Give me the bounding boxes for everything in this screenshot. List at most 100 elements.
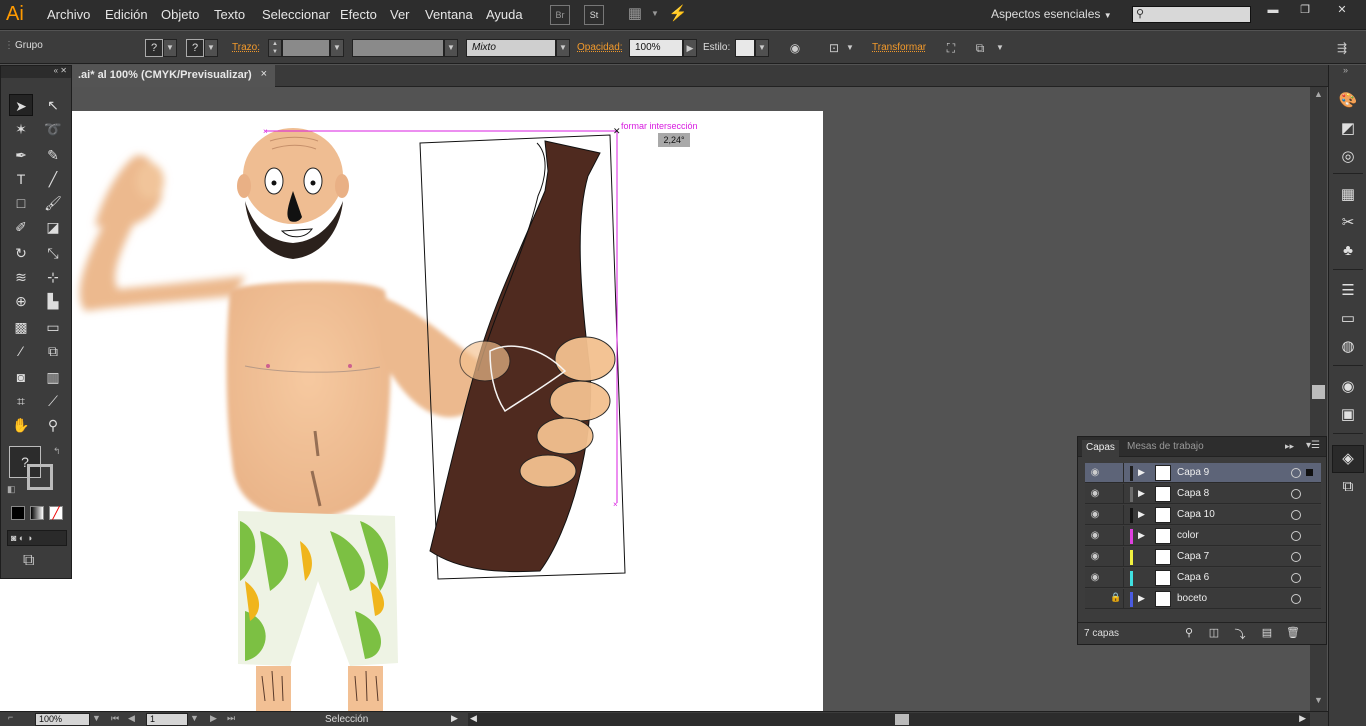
isolation-dropdown-icon[interactable]: ▼ bbox=[992, 40, 1008, 56]
layer-name[interactable]: color bbox=[1177, 530, 1199, 541]
stroke-swatch-large[interactable] bbox=[27, 464, 53, 490]
scale-tool-icon[interactable]: ⤡ bbox=[41, 242, 65, 264]
target-circle-icon[interactable] bbox=[1291, 573, 1301, 583]
expand-arrow-icon[interactable]: ▶ bbox=[1138, 593, 1145, 604]
recolor-artwork-icon[interactable]: ◉ bbox=[787, 40, 803, 56]
stroke-weight-stepper[interactable]: ▲ ▼ bbox=[268, 39, 282, 57]
restore-button[interactable]: ❐ bbox=[1290, 3, 1320, 17]
expand-arrow-icon[interactable]: ▶ bbox=[1138, 509, 1145, 520]
color-guide-icon[interactable]: ◩ bbox=[1338, 119, 1358, 139]
fill-swatch[interactable]: ? bbox=[145, 39, 163, 57]
opacity-arrow[interactable]: ▶ bbox=[683, 39, 697, 57]
previous-artboard-icon[interactable]: ◀ bbox=[128, 713, 135, 724]
artwork[interactable]: × × ✕ bbox=[0, 111, 823, 711]
layer-name[interactable]: Capa 6 bbox=[1177, 572, 1209, 583]
gradient-mode-icon[interactable] bbox=[30, 506, 44, 520]
horizontal-scroll-thumb[interactable] bbox=[895, 714, 909, 725]
graph-tool-icon[interactable]: ▥ bbox=[41, 366, 65, 388]
artboard-number-field[interactable]: 1 bbox=[146, 713, 188, 726]
pen-tool-icon[interactable]: ✒ bbox=[9, 144, 33, 166]
visibility-eye-icon[interactable]: ◉ bbox=[1088, 551, 1102, 563]
menu-texto[interactable]: Texto bbox=[214, 7, 245, 22]
gradient-tool-icon[interactable]: ▭ bbox=[41, 316, 65, 338]
default-fill-stroke-icon[interactable]: ◧ bbox=[7, 484, 16, 495]
target-circle-icon[interactable] bbox=[1291, 468, 1301, 478]
horizontal-scrollbar[interactable]: ◀ ▶ bbox=[468, 713, 1310, 726]
layers-icon[interactable]: ◈ bbox=[1338, 449, 1358, 469]
type-tool-icon[interactable]: T bbox=[9, 168, 33, 190]
color-mode-icon[interactable] bbox=[11, 506, 25, 520]
stock-button[interactable]: St bbox=[584, 5, 604, 25]
symbol-sprayer-icon[interactable]: ◙ bbox=[9, 366, 33, 388]
visibility-eye-icon[interactable]: ◉ bbox=[1088, 488, 1102, 500]
target-circle-icon[interactable] bbox=[1291, 594, 1301, 604]
workspace-switcher[interactable]: Aspectos esenciales ▼ bbox=[991, 7, 1112, 21]
stroke-weight-field[interactable] bbox=[282, 39, 330, 57]
scroll-left-arrow[interactable]: ◀ bbox=[470, 713, 477, 724]
clipping-mask-icon[interactable]: ◫ bbox=[1207, 626, 1221, 640]
fill-dropdown[interactable]: ▼ bbox=[163, 39, 177, 57]
status-menu-arrow[interactable]: ▶ bbox=[451, 713, 458, 724]
align-dropdown-icon[interactable]: ▼ bbox=[842, 40, 858, 56]
delete-layer-icon[interactable]: 🗑 bbox=[1286, 626, 1300, 640]
scroll-down-arrow[interactable]: ▼ bbox=[1314, 695, 1323, 705]
blend-tool-icon[interactable]: ⧉ bbox=[41, 340, 65, 362]
screen-mode-icon[interactable]: ⧉ bbox=[23, 552, 34, 570]
expand-arrow-icon[interactable]: ▶ bbox=[1138, 488, 1145, 499]
style-dropdown[interactable]: ▼ bbox=[755, 39, 769, 57]
appearance-icon[interactable]: ◉ bbox=[1338, 377, 1358, 397]
layer-row[interactable]: ◉ Capa 7 bbox=[1085, 547, 1321, 567]
opacidad-label[interactable]: Opacidad: bbox=[577, 42, 623, 53]
swap-fill-stroke-icon[interactable]: ↰ bbox=[53, 446, 61, 457]
gradient-panel-icon[interactable]: ▭ bbox=[1338, 309, 1358, 329]
transparency-icon[interactable]: ◍ bbox=[1338, 337, 1358, 357]
paintbrush-icon[interactable]: 🖌 bbox=[41, 192, 65, 214]
locate-object-icon[interactable]: ⚲ bbox=[1182, 626, 1196, 640]
layer-row[interactable]: ◉ ▶ Capa 8 bbox=[1085, 484, 1321, 504]
artboard-tool-icon[interactable]: ⌗ bbox=[9, 390, 33, 412]
menu-archivo[interactable]: Archivo bbox=[47, 7, 90, 22]
dock-collapse-icon[interactable]: » bbox=[1343, 65, 1348, 75]
zoom-field[interactable]: 100% bbox=[35, 713, 90, 726]
menu-seleccionar[interactable]: Seleccionar bbox=[262, 7, 330, 22]
hand-tool-icon[interactable]: ✋ bbox=[9, 414, 33, 436]
lasso-icon[interactable]: ➰ bbox=[41, 118, 65, 140]
expand-arrow-icon[interactable]: ▶ bbox=[1138, 530, 1145, 541]
first-artboard-icon[interactable]: ⏮ bbox=[111, 713, 119, 724]
lock-icon[interactable]: 🔒 bbox=[1110, 592, 1121, 603]
new-sublayer-icon[interactable]: ⤵ bbox=[1233, 626, 1247, 641]
graphic-styles-icon[interactable]: ▣ bbox=[1338, 405, 1358, 425]
bridge-button[interactable]: Br bbox=[550, 5, 570, 25]
direct-selection-tool-icon[interactable]: ↖ bbox=[41, 94, 65, 116]
curvature-tool-icon[interactable]: ✎ bbox=[41, 144, 65, 166]
layer-name[interactable]: Capa 9 bbox=[1177, 467, 1209, 478]
rotate-tool-icon[interactable]: ↻ bbox=[9, 242, 33, 264]
eraser-icon[interactable]: ◪ bbox=[41, 216, 65, 238]
free-transform-icon[interactable]: ⊹ bbox=[41, 266, 65, 288]
align-icon[interactable]: ⊡ bbox=[826, 40, 842, 56]
eyedropper-icon[interactable]: ⁄ bbox=[9, 340, 33, 362]
close-window-button[interactable]: ✕ bbox=[1322, 3, 1362, 17]
panel-menu-icon[interactable]: ⇶ bbox=[1334, 40, 1350, 56]
warp-tool-icon[interactable]: ≋ bbox=[9, 266, 33, 288]
layer-row[interactable]: 🔒 ▶ boceto bbox=[1085, 589, 1321, 609]
artboard-dropdown-icon[interactable]: ▼ bbox=[190, 713, 199, 723]
minimize-button[interactable]: ▬ bbox=[1258, 3, 1288, 17]
target-circle-icon[interactable] bbox=[1291, 489, 1301, 499]
isolate-group-icon[interactable]: ⛶ bbox=[943, 40, 959, 56]
slice-tool-icon[interactable]: ⟋ bbox=[41, 390, 65, 412]
arrange-documents-icon[interactable]: ▦ bbox=[625, 5, 645, 25]
menu-ayuda[interactable]: Ayuda bbox=[486, 7, 523, 22]
tools-panel-header[interactable]: « ✕ bbox=[1, 66, 71, 78]
isolation-mode-icon[interactable]: ⧉ bbox=[972, 40, 988, 56]
visibility-eye-icon[interactable]: ◉ bbox=[1088, 530, 1102, 542]
stroke-panel-icon[interactable]: ☰ bbox=[1338, 281, 1358, 301]
stroke-swatch[interactable]: ? bbox=[186, 39, 204, 57]
menu-ver[interactable]: Ver bbox=[390, 7, 410, 22]
document-tab[interactable]: .ai* al 100% (CMYK/Previsualizar) × bbox=[72, 65, 275, 87]
layer-name[interactable]: Capa 7 bbox=[1177, 551, 1209, 562]
scroll-right-arrow[interactable]: ▶ bbox=[1299, 713, 1306, 724]
brushes-icon[interactable]: ✂ bbox=[1338, 213, 1358, 233]
selection-tool-icon[interactable]: ➤ bbox=[9, 94, 33, 116]
stroke-dropdown[interactable]: ▼ bbox=[204, 39, 218, 57]
